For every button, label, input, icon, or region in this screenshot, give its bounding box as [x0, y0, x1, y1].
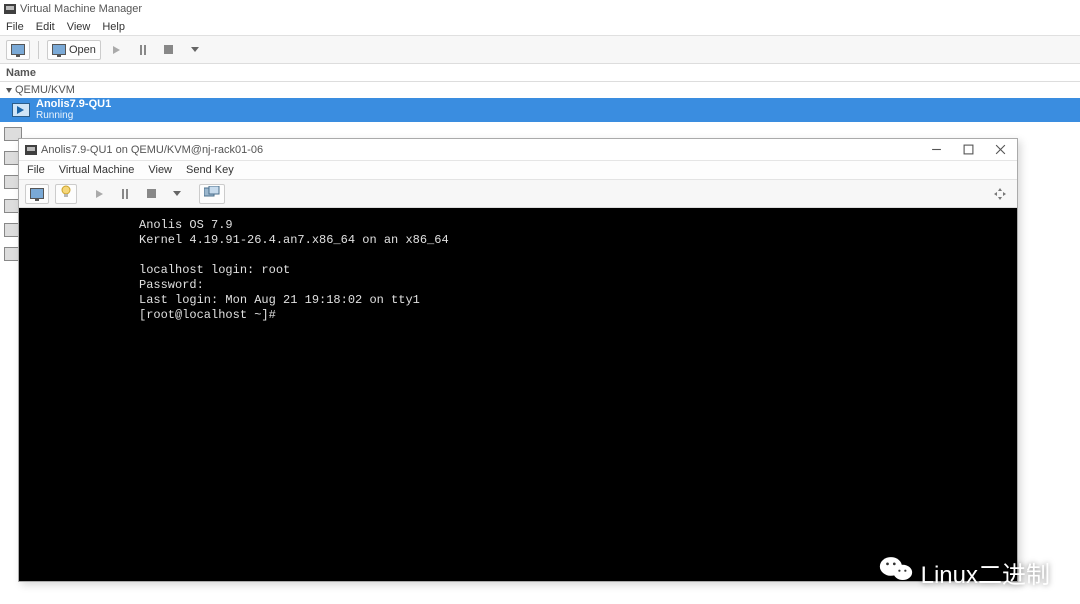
console-toolbar	[19, 180, 1017, 208]
menu-send-key[interactable]: Send Key	[186, 164, 234, 176]
console-menubar: File Virtual Machine View Send Key	[19, 161, 1017, 180]
app-logo-icon	[4, 4, 16, 14]
pause-icon	[140, 45, 146, 55]
shutdown-menu-button[interactable]	[167, 184, 187, 204]
snapshots-button[interactable]	[199, 184, 225, 204]
menu-view[interactable]: View	[148, 164, 172, 176]
monitor-icon	[52, 44, 66, 55]
maximize-button[interactable]	[961, 143, 975, 157]
menu-help[interactable]: Help	[102, 21, 125, 33]
snapshot-icon	[204, 186, 220, 201]
close-button[interactable]	[993, 143, 1007, 157]
open-button-label: Open	[69, 44, 96, 56]
vm-state: Running	[36, 110, 111, 121]
watermark-text: Linux二进制	[921, 555, 1050, 590]
app-logo-icon	[25, 145, 37, 155]
menu-virtual-machine[interactable]: Virtual Machine	[59, 164, 135, 176]
monitor-icon	[30, 188, 44, 199]
chevron-down-icon	[191, 47, 199, 52]
run-button[interactable]	[89, 184, 109, 204]
open-console-button[interactable]: Open	[47, 40, 101, 60]
details-view-button[interactable]	[55, 184, 77, 204]
column-header-name[interactable]: Name	[0, 64, 1080, 82]
new-vm-button[interactable]	[6, 40, 30, 60]
menu-file[interactable]: File	[6, 21, 24, 33]
monitor-icon	[11, 44, 25, 55]
run-button[interactable]	[107, 40, 127, 60]
pause-button[interactable]	[115, 184, 135, 204]
vm-console-window: Anolis7.9-QU1 on QEMU/KVM@nj-rack01-06 F…	[18, 138, 1018, 582]
shutdown-button[interactable]	[141, 184, 161, 204]
expand-arrow-icon	[6, 88, 12, 93]
console-title: Anolis7.9-QU1 on QEMU/KVM@nj-rack01-06	[41, 144, 263, 156]
fullscreen-button[interactable]	[989, 184, 1011, 204]
main-toolbar: Open	[0, 36, 1080, 64]
stop-icon	[147, 189, 156, 198]
pause-button[interactable]	[133, 40, 153, 60]
console-title-bar[interactable]: Anolis7.9-QU1 on QEMU/KVM@nj-rack01-06	[19, 139, 1017, 161]
menu-file[interactable]: File	[27, 164, 45, 176]
play-icon	[96, 190, 103, 198]
vm-name: Anolis7.9-QU1	[36, 99, 111, 110]
watermark: Linux二进制	[879, 555, 1050, 590]
menu-edit[interactable]: Edit	[36, 21, 55, 33]
minimize-button[interactable]	[929, 143, 943, 157]
bulb-icon	[60, 185, 72, 202]
toolbar-separator	[38, 41, 39, 59]
connection-label: QEMU/KVM	[15, 84, 75, 96]
play-icon	[113, 46, 120, 54]
main-menubar: File Edit View Help	[0, 18, 1080, 36]
vm-row-selected[interactable]: Anolis7.9-QU1 Running	[0, 98, 1080, 122]
pause-icon	[122, 189, 128, 199]
console-view-button[interactable]	[25, 184, 49, 204]
vm-terminal[interactable]: Anolis OS 7.9 Kernel 4.19.91-26.4.an7.x8…	[19, 208, 1017, 581]
connection-group[interactable]: QEMU/KVM	[0, 82, 1080, 98]
vm-status-icon	[12, 103, 30, 117]
stop-icon	[164, 45, 173, 54]
window-title-bar: Virtual Machine Manager	[0, 0, 1080, 18]
chevron-down-icon	[173, 191, 181, 196]
menu-view[interactable]: View	[67, 21, 91, 33]
fullscreen-icon	[993, 187, 1007, 201]
shutdown-menu-button[interactable]	[185, 40, 205, 60]
wechat-icon	[879, 555, 913, 590]
shutdown-button[interactable]	[159, 40, 179, 60]
window-title: Virtual Machine Manager	[20, 3, 142, 15]
